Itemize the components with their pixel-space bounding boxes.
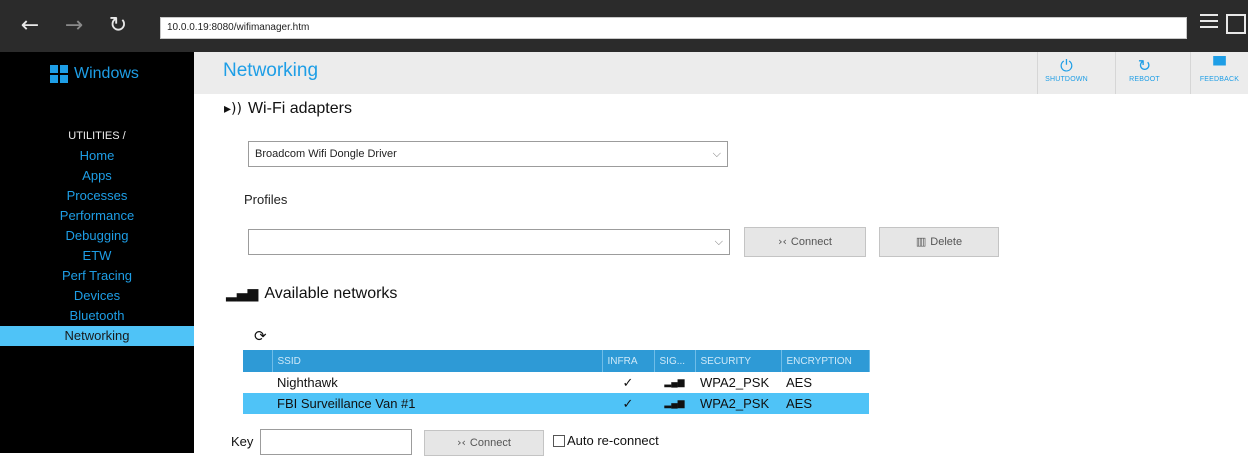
select-column-header <box>243 350 273 372</box>
sidebar: Windows UTILITIES / Home Apps Processes … <box>0 52 194 453</box>
encryption-cell: AES <box>781 393 869 414</box>
connect-icon: ›‹ <box>778 235 787 248</box>
column-header-ssid[interactable]: SSID <box>272 350 603 372</box>
column-header-infra[interactable]: INFRA <box>602 350 655 372</box>
column-header-encryption[interactable]: ENCRYPTION <box>781 350 870 372</box>
row-selector[interactable] <box>243 393 272 414</box>
network-connect-button[interactable]: ›‹ Connect <box>424 430 544 456</box>
table-row[interactable]: FBI Surveillance Van #1 ✓ ▂▄▆ WPA2_PSK A… <box>243 393 869 414</box>
profiles-label: Profiles <box>244 192 288 207</box>
forward-icon[interactable]: → <box>62 14 86 38</box>
sidebar-item-perf-tracing[interactable]: Perf Tracing <box>0 266 194 286</box>
chevron-down-icon: ⌵ <box>712 147 721 160</box>
restart-icon: ↻ <box>1137 56 1152 75</box>
profile-delete-label: Delete <box>930 236 963 248</box>
available-networks-title: Available networks <box>264 285 398 302</box>
sidebar-item-apps[interactable]: Apps <box>0 166 194 186</box>
wifi-adapters-heading: ▸)) Wi-Fi adapters <box>224 100 352 118</box>
networks-table: SSID INFRA SIG... SECURITY ENCRYPTION Ni… <box>243 350 870 414</box>
profiles-select[interactable]: ⌵ <box>248 229 730 255</box>
feedback-button[interactable]: ▀ FEEDBACK <box>1190 52 1248 94</box>
sidebar-item-debugging[interactable]: Debugging <box>0 226 194 246</box>
profile-connect-label: Connect <box>790 236 832 248</box>
sidebar-item-home[interactable]: Home <box>0 146 194 166</box>
auto-reconnect-label: Auto re-connect <box>567 433 659 448</box>
hamburger-menu-icon[interactable] <box>1200 14 1218 34</box>
brand[interactable]: Windows <box>50 64 139 84</box>
browser-toolbar: ← → ↻ 10.0.0.19:8080/wifimanager.htm <box>0 0 1248 52</box>
shutdown-label: SHUTDOWN <box>1045 76 1088 83</box>
row-selector[interactable] <box>243 372 272 393</box>
sidebar-section-label: UTILITIES / <box>68 130 126 142</box>
power-icon: ⏻ <box>1060 56 1073 75</box>
signal-bars-icon: ▂▄▆ <box>664 377 685 387</box>
network-connect-label: Connect <box>469 437 511 449</box>
column-header-security[interactable]: SECURITY <box>695 350 782 372</box>
back-icon[interactable]: ← <box>18 14 42 38</box>
encryption-cell: AES <box>786 375 813 390</box>
ssid-cell: FBI Surveillance Van #1 <box>272 393 602 414</box>
sidebar-item-devices[interactable]: Devices <box>0 286 194 306</box>
refresh-networks-icon[interactable]: ⟳ <box>254 327 267 345</box>
trash-icon: ▥ <box>915 235 927 248</box>
key-input[interactable] <box>260 429 412 455</box>
page-title: Networking <box>223 60 319 81</box>
adapter-select[interactable]: Broadcom Wifi Dongle Driver ⌵ <box>248 141 728 167</box>
key-label: Key <box>231 434 254 449</box>
connect-icon: ›‹ <box>457 436 466 449</box>
security-cell: WPA2_PSK <box>695 393 781 414</box>
security-cell: WPA2_PSK <box>700 375 770 390</box>
address-bar[interactable]: 10.0.0.19:8080/wifimanager.htm <box>160 17 1187 39</box>
reboot-button[interactable]: ↻ REBOOT <box>1115 52 1173 94</box>
sidebar-item-processes[interactable]: Processes <box>0 186 194 206</box>
brand-text: Windows <box>74 65 139 82</box>
ssid-cell: Nighthawk <box>277 375 338 390</box>
page-header: Networking ⏻ SHUTDOWN ↻ REBOOT ▀ FEEDBAC… <box>194 52 1248 94</box>
auto-reconnect-option[interactable]: Auto re-connect <box>553 433 659 448</box>
signal-bars-icon: ▂▄▆ <box>654 393 695 414</box>
table-row[interactable]: Nighthawk ✓ ▂▄▆ WPA2_PSK AES <box>243 372 869 393</box>
check-icon: ✓ <box>602 393 654 414</box>
profile-connect-button[interactable]: ›‹ Connect <box>744 227 866 257</box>
available-networks-heading: ▂▄▆ Available networks <box>226 285 397 303</box>
windows-logo-icon <box>50 65 68 83</box>
shutdown-button[interactable]: ⏻ SHUTDOWN <box>1037 52 1095 94</box>
table-header-row: SSID INFRA SIG... SECURITY ENCRYPTION <box>243 350 870 372</box>
sidebar-item-performance[interactable]: Performance <box>0 206 194 226</box>
feedback-icon: ▀ <box>1213 56 1226 75</box>
sidebar-item-networking[interactable]: Networking <box>0 326 194 346</box>
wifi-adapters-title: Wi-Fi adapters <box>247 100 352 117</box>
sidebar-nav: UTILITIES / Home Apps Processes Performa… <box>0 126 194 346</box>
refresh-icon[interactable]: ↻ <box>106 14 130 38</box>
auto-reconnect-checkbox[interactable] <box>553 434 565 447</box>
feedback-label: FEEDBACK <box>1199 76 1240 83</box>
profile-delete-button[interactable]: ▥ Delete <box>879 227 999 257</box>
chevron-down-icon: ⌵ <box>714 235 723 248</box>
web-note-icon[interactable] <box>1226 14 1246 34</box>
reboot-label: REBOOT <box>1129 76 1160 83</box>
sidebar-item-bluetooth[interactable]: Bluetooth <box>0 306 194 326</box>
wifi-signal-icon: ▸)) <box>224 101 242 117</box>
column-header-signal[interactable]: SIG... <box>654 350 696 372</box>
signal-bars-icon: ▂▄▆ <box>226 286 259 302</box>
sidebar-item-etw[interactable]: ETW <box>0 246 194 266</box>
check-icon: ✓ <box>622 374 634 390</box>
adapter-select-value: Broadcom Wifi Dongle Driver <box>255 148 397 160</box>
